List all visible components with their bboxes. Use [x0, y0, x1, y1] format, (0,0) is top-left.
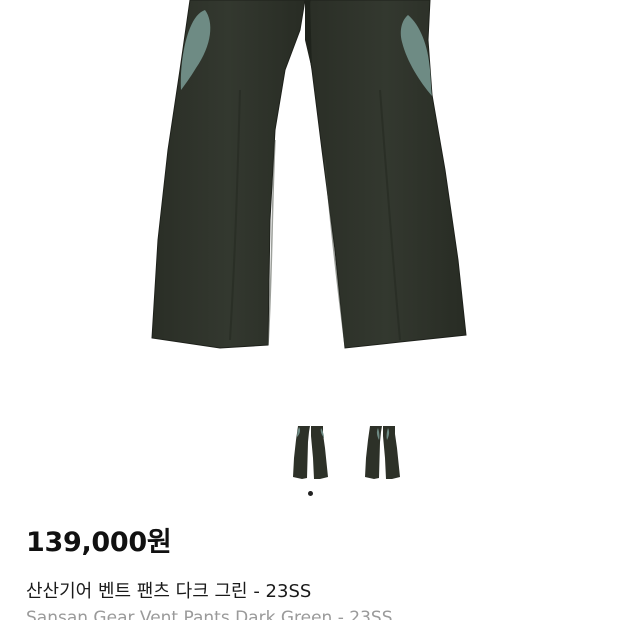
product-title-english: Sansan Gear Vent Pants Dark Green - 23SS: [26, 608, 393, 620]
gallery-pagination: [0, 490, 620, 498]
pants-illustration: [151, 0, 467, 349]
product-image[interactable]: [0, 0, 620, 400]
product-title-korean: 산산기어 벤트 팬츠 다크 그린 - 23SS: [26, 581, 312, 602]
product-price: 139,000원: [26, 527, 172, 558]
product-page: 139,000원 산산기어 벤트 팬츠 다크 그린 - 23SS Sansan …: [0, 0, 620, 620]
thumbnail-strip: [0, 422, 620, 484]
pagination-dot-active[interactable]: [308, 491, 313, 496]
thumbnail-1[interactable]: [286, 422, 336, 484]
thumbnail-2[interactable]: [358, 422, 408, 484]
